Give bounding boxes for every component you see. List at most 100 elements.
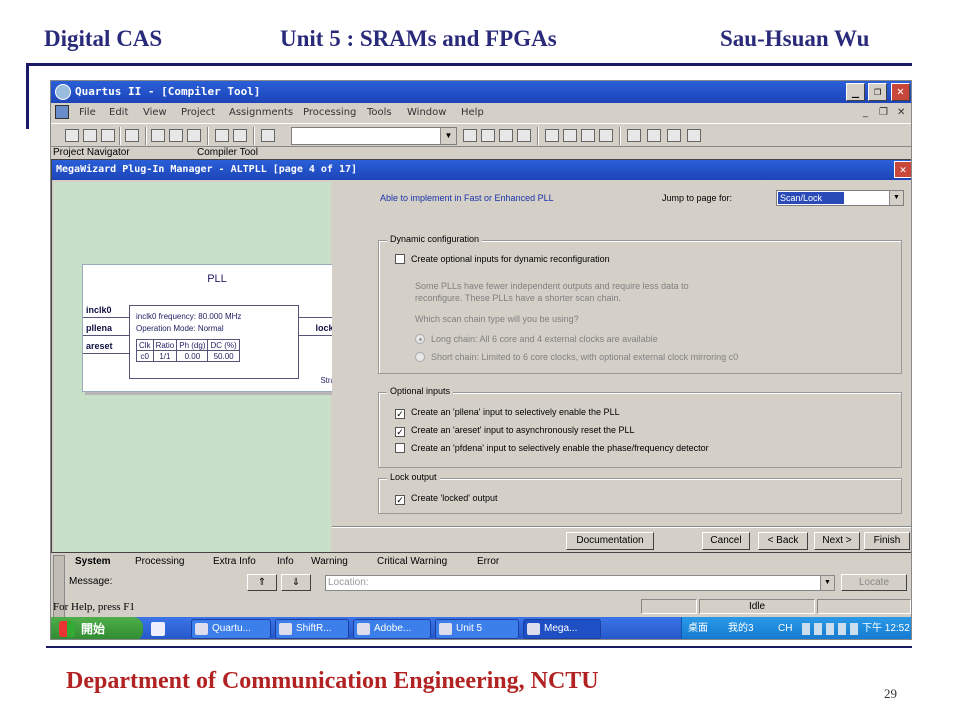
pin-planner-icon[interactable]: [499, 129, 513, 142]
header-rule-vertical: [26, 63, 29, 129]
project-navigator-label[interactable]: Project Navigator: [53, 147, 130, 158]
menu-processing[interactable]: Processing: [303, 107, 356, 118]
menu-assignments[interactable]: Assignments: [229, 107, 293, 118]
quick-launch-icon[interactable]: [151, 622, 165, 636]
taskbar-task-active[interactable]: Mega...: [523, 619, 601, 639]
undo-icon[interactable]: [215, 129, 229, 142]
windows-taskbar: 開始 Quartu... ShiftR... Adobe... Unit 5 M…: [51, 617, 911, 639]
menu-file[interactable]: File: [79, 107, 96, 118]
context-help-icon[interactable]: [261, 129, 275, 142]
tab-processing[interactable]: Processing: [135, 556, 184, 567]
close-window-button[interactable]: ✕: [891, 83, 910, 101]
print-icon[interactable]: [125, 129, 139, 142]
copy-icon[interactable]: [169, 129, 183, 142]
mdi-doc-icon[interactable]: [55, 105, 69, 119]
minimize-button[interactable]: _: [846, 83, 865, 101]
tray-status-icons[interactable]: [802, 623, 862, 635]
cut-icon[interactable]: [151, 129, 165, 142]
menu-help[interactable]: Help: [461, 107, 484, 118]
next-button[interactable]: Next >: [814, 532, 860, 550]
tab-info[interactable]: Info: [277, 556, 294, 567]
tab-warning[interactable]: Warning: [311, 556, 348, 567]
tab-error[interactable]: Error: [477, 556, 499, 567]
finish-button[interactable]: Finish: [864, 532, 910, 550]
settings-icon[interactable]: [517, 129, 531, 142]
chevron-down-icon[interactable]: ▼: [820, 576, 834, 590]
dynamic-reconfig-checkbox[interactable]: [395, 254, 405, 264]
pfdena-checkbox[interactable]: [395, 443, 405, 453]
pllena-checkbox[interactable]: ✓: [395, 409, 405, 419]
taskbar-task[interactable]: Adobe...: [353, 619, 431, 639]
help-icon[interactable]: [687, 129, 701, 142]
short-chain-option[interactable]: Short chain: Limited to 6 core clocks, w…: [415, 352, 738, 362]
assignment-editor-icon[interactable]: [481, 129, 495, 142]
locked-output-checkbox[interactable]: ✓: [395, 495, 405, 505]
taskbar-task[interactable]: Unit 5: [435, 619, 519, 639]
long-chain-radio[interactable]: [415, 334, 425, 344]
start-analysis-icon[interactable]: [563, 129, 577, 142]
pin-line: [83, 353, 129, 354]
programmer-icon[interactable]: [647, 129, 661, 142]
compiler-tool-tab[interactable]: Compiler Tool: [197, 147, 258, 158]
locked-output-option[interactable]: ✓ Create 'locked' output: [395, 493, 498, 505]
pfdena-option[interactable]: Create an 'pfdena' input to selectively …: [395, 443, 709, 453]
documentation-button[interactable]: Documentation: [566, 532, 654, 550]
redo-icon[interactable]: [233, 129, 247, 142]
areset-option[interactable]: ✓ Create an 'areset' input to asynchronou…: [395, 425, 635, 437]
long-chain-option[interactable]: Long chain: All 6 core and 4 external cl…: [415, 334, 658, 344]
start-simulation-icon[interactable]: [599, 129, 613, 142]
menu-view[interactable]: View: [143, 107, 167, 118]
quartus-task-icon: [195, 623, 208, 635]
new-icon[interactable]: [65, 129, 79, 142]
locate-button[interactable]: Locate: [841, 574, 907, 591]
optional-inputs-group: Optional inputs ✓ Create an 'pllena' inpu…: [378, 386, 902, 468]
table-header-row: Clk Ratio Ph (dg) DC (%): [136, 339, 240, 351]
location-field[interactable]: Location: ▼: [325, 575, 835, 591]
next-message-button[interactable]: ⇓: [281, 574, 311, 591]
tray-desktop[interactable]: 桌面: [688, 617, 708, 639]
jump-to-page-label: Jump to page for:: [662, 193, 733, 203]
jump-to-page-select[interactable]: Scan/Lock ▼: [776, 190, 904, 206]
tab-system[interactable]: System: [75, 556, 111, 567]
compile-icon[interactable]: [545, 129, 559, 142]
pllena-option[interactable]: ✓ Create an 'pllena' input to selectively…: [395, 407, 620, 419]
start-button[interactable]: 開始: [51, 617, 143, 639]
maximize-button[interactable]: ❐: [868, 83, 887, 101]
stop-icon[interactable]: [463, 129, 477, 142]
dynamic-reconfig-option[interactable]: Create optional inputs for dynamic recon…: [395, 254, 610, 264]
taskbar-task[interactable]: Quartu...: [191, 619, 271, 639]
start-timing-icon[interactable]: [581, 129, 595, 142]
megawizard-icon[interactable]: [667, 129, 681, 142]
mdi-close-icon[interactable]: ✕: [897, 107, 905, 118]
dialog-close-button[interactable]: ✕: [894, 161, 911, 178]
status-bar: For Help, press F1 Idle: [51, 599, 911, 615]
hierarchy-combo[interactable]: ▼: [291, 127, 457, 145]
taskbar-task[interactable]: ShiftR...: [275, 619, 349, 639]
short-chain-radio[interactable]: [415, 352, 425, 362]
fast-enhanced-pll-note: Able to implement in Fast or Enhanced PL…: [380, 193, 554, 203]
status-cell: [817, 599, 911, 614]
tab-critical-warning[interactable]: Critical Warning: [377, 556, 447, 567]
cancel-button[interactable]: Cancel: [702, 532, 750, 550]
open-icon[interactable]: [83, 129, 97, 142]
tray-my-documents[interactable]: 我的3: [728, 617, 754, 639]
megawizard-dialog: MegaWizard Plug-In Manager - ALTPLL [pag…: [51, 159, 911, 553]
pllena-label: Create an 'pllena' input to selectively …: [411, 407, 620, 417]
tab-extra-info[interactable]: Extra Info: [213, 556, 256, 567]
save-icon[interactable]: [101, 129, 115, 142]
menu-tools[interactable]: Tools: [367, 107, 392, 118]
table-cell: 0.00: [176, 350, 209, 362]
menu-edit[interactable]: Edit: [109, 107, 128, 118]
mdi-restore-icon[interactable]: ❐: [879, 107, 888, 118]
chevron-down-icon[interactable]: ▼: [889, 191, 903, 205]
back-button[interactable]: < Back: [758, 532, 808, 550]
menu-window[interactable]: Window: [407, 107, 446, 118]
report-icon[interactable]: [627, 129, 641, 142]
previous-message-button[interactable]: ⇑: [247, 574, 277, 591]
tray-language[interactable]: CH: [778, 617, 792, 639]
menu-project[interactable]: Project: [181, 107, 215, 118]
mdi-minimize-icon[interactable]: _: [863, 107, 868, 118]
chevron-down-icon[interactable]: ▼: [440, 128, 456, 144]
paste-icon[interactable]: [187, 129, 201, 142]
areset-checkbox[interactable]: ✓: [395, 427, 405, 437]
